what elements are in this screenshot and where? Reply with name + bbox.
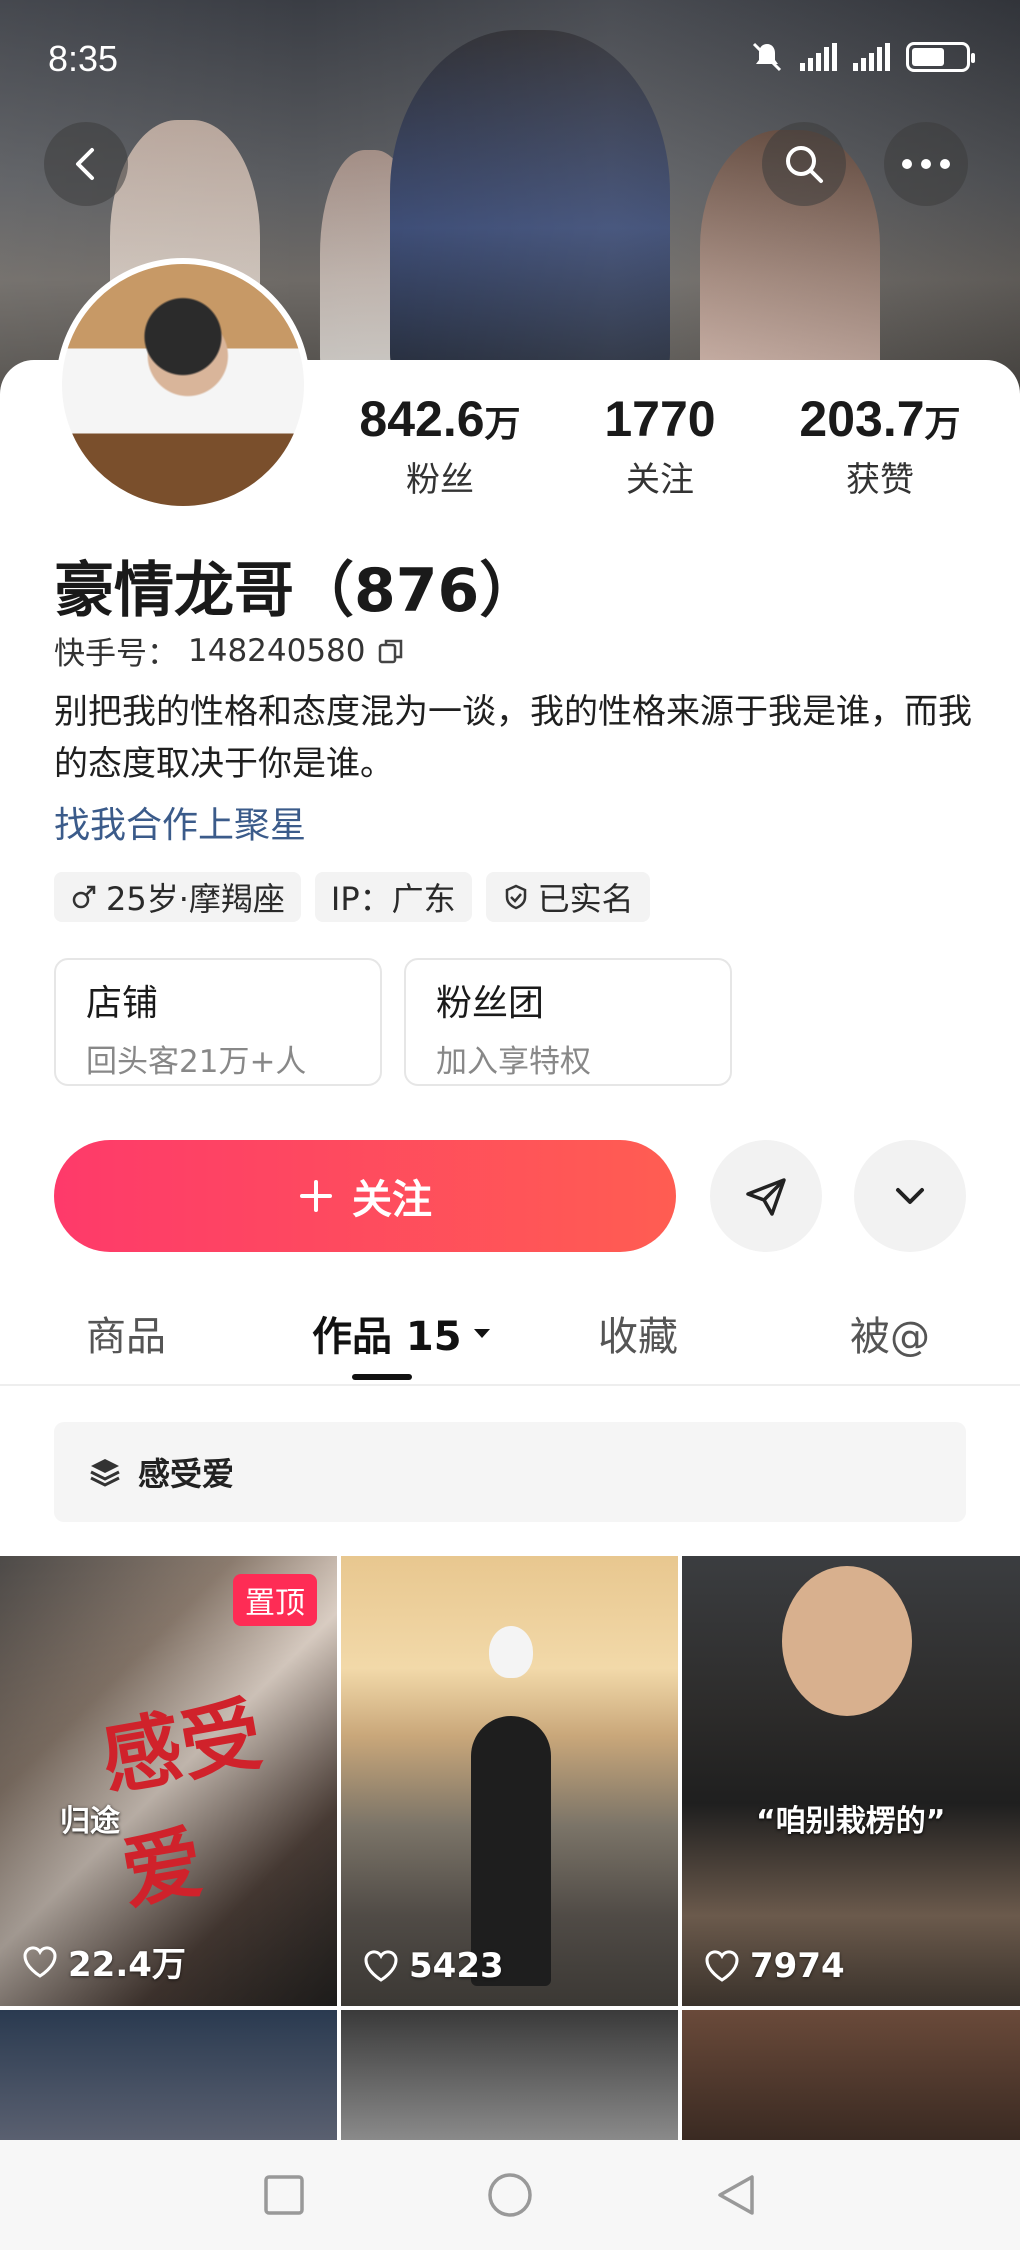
verified-tag: 已实名 xyxy=(485,872,650,922)
battery-icon xyxy=(906,42,975,72)
profile-page: 8:35 842.6万 粉丝 1770 关注 203.7万 获赞 豪情龙哥（87… xyxy=(0,0,1020,2250)
stat-followers-value: 842.6万 xyxy=(340,390,540,448)
fan-club-box-title: 粉丝团 xyxy=(436,983,545,1024)
video-thumbnail-2[interactable]: 5423 xyxy=(341,1556,678,2006)
status-bar: 8:35 xyxy=(0,0,1020,110)
stat-followers-unit: 万 xyxy=(484,403,521,444)
shop-box[interactable]: 店铺 回头客21万+人 xyxy=(54,958,382,1086)
video-thumbnail-1[interactable]: 感受爱 归途 置顶 22.4万 xyxy=(0,1556,337,2006)
video-thumbnail-6[interactable] xyxy=(682,2010,1020,2140)
video-3-likes-count: 7974 xyxy=(750,1946,845,1986)
search-icon xyxy=(786,146,823,183)
video-thumbnail-3[interactable]: “咱别栽楞的” 7974 xyxy=(682,1556,1020,2006)
video-1-overlay-title: 感受爱 xyxy=(94,1687,269,1922)
status-icons xyxy=(750,40,975,74)
status-time: 8:35 xyxy=(48,38,119,79)
signal-icon-2 xyxy=(853,43,890,71)
stat-likes-number: 203.7 xyxy=(799,391,925,447)
tab-works-label: 作品 15 xyxy=(312,1314,462,1360)
tab-mentions[interactable]: 被@ xyxy=(850,1304,930,1362)
stat-following-value: 1770 xyxy=(560,390,760,448)
collection-label: 感受爱 xyxy=(138,1455,235,1493)
stat-likes[interactable]: 203.7万 获赞 xyxy=(780,390,980,501)
back-button[interactable] xyxy=(44,122,128,206)
send-icon xyxy=(746,1178,786,1216)
home-circle-icon[interactable] xyxy=(486,2171,534,2219)
video-1-likes-count: 22.4万 xyxy=(68,1945,186,1985)
content-tabs: 商品 作品 15 收藏 被@ xyxy=(0,1290,1020,1386)
fan-club-box[interactable]: 粉丝团 加入享特权 xyxy=(404,958,732,1086)
video-1-overlay-subtitle: 归途 xyxy=(60,1804,120,1839)
stats-row: 842.6万 粉丝 1770 关注 203.7万 获赞 xyxy=(340,390,980,501)
tab-favorites[interactable]: 收藏 xyxy=(598,1304,678,1362)
stat-likes-unit: 万 xyxy=(924,403,961,444)
tag-row: 25岁·摩羯座 IP：广东 已实名 xyxy=(54,872,650,922)
male-icon xyxy=(72,885,96,909)
feature-boxes: 店铺 回头客21万+人 粉丝团 加入享特权 xyxy=(54,958,732,1086)
video-2-likes: 5423 xyxy=(363,1946,504,1986)
search-button[interactable] xyxy=(762,122,846,206)
video-2-likes-count: 5423 xyxy=(409,1946,504,1986)
signal-icon-1 xyxy=(800,43,837,71)
recents-square-icon[interactable] xyxy=(262,2173,306,2217)
system-nav-bar xyxy=(0,2140,1020,2250)
stat-following-label: 关注 xyxy=(626,460,694,500)
stat-likes-value: 203.7万 xyxy=(780,390,980,448)
video-3-likes: 7974 xyxy=(704,1946,845,1986)
back-triangle-icon[interactable] xyxy=(714,2171,758,2219)
follow-button-label: 关注 xyxy=(352,1177,432,1223)
cooperation-link[interactable]: 找我合作上聚星 xyxy=(54,796,306,848)
stat-followers-label: 粉丝 xyxy=(406,460,474,500)
message-button[interactable] xyxy=(710,1140,822,1252)
age-tag: 25岁·摩羯座 xyxy=(54,872,301,922)
collection-bar[interactable]: 感受爱 xyxy=(54,1422,966,1522)
user-id-value: 148240580 xyxy=(188,632,366,669)
plus-icon xyxy=(300,1180,332,1212)
stat-following-number: 1770 xyxy=(604,391,716,447)
caret-down-icon xyxy=(473,1329,490,1338)
avatar[interactable] xyxy=(56,258,310,512)
ip-tag-text: IP：广东 xyxy=(330,880,456,918)
stat-following[interactable]: 1770 关注 xyxy=(560,390,760,501)
mute-icon xyxy=(752,42,782,72)
shop-box-title: 店铺 xyxy=(86,983,159,1024)
tab-goods[interactable]: 商品 xyxy=(86,1304,166,1362)
active-tab-indicator xyxy=(352,1374,412,1380)
pinned-badge: 置顶 xyxy=(233,1574,317,1626)
stat-likes-label: 获赞 xyxy=(846,460,914,500)
shield-check-icon xyxy=(505,884,526,910)
user-id-row[interactable]: 快手号： 148240580 xyxy=(54,628,406,673)
expand-button[interactable] xyxy=(854,1140,966,1252)
profile-bio: 别把我的性格和态度混为一谈，我的性格来源于我是谁，而我的态度取决于你是谁。 xyxy=(54,692,972,784)
stat-followers[interactable]: 842.6万 粉丝 xyxy=(340,390,540,501)
ip-tag: IP：广东 xyxy=(314,872,472,922)
apple-logo-icon xyxy=(489,1626,533,1678)
fan-club-box-subtitle: 加入享特权 xyxy=(436,1044,591,1080)
more-button[interactable] xyxy=(884,122,968,206)
verified-tag-text: 已实名 xyxy=(537,880,634,918)
follow-button[interactable]: 关注 xyxy=(54,1140,676,1252)
heart-icon xyxy=(705,1950,739,1982)
video-thumbnail-5[interactable] xyxy=(341,2010,678,2140)
stat-followers-number: 842.6 xyxy=(359,391,485,447)
chevron-down-icon xyxy=(896,1188,924,1204)
heart-icon xyxy=(23,1945,57,1978)
video-1-likes: 22.4万 xyxy=(22,1937,186,1986)
video-3-figure xyxy=(782,1566,912,1716)
shop-box-subtitle: 回头客21万+人 xyxy=(86,1044,307,1080)
video-3-caption: “咱别栽楞的” xyxy=(756,1804,946,1839)
copy-icon[interactable] xyxy=(376,636,406,666)
heart-icon xyxy=(364,1950,398,1982)
profile-name: 豪情龙哥（876） xyxy=(54,556,540,626)
user-id-label: 快手号： xyxy=(54,636,178,672)
chevron-left-icon xyxy=(76,148,94,180)
video-thumbnail-4[interactable] xyxy=(0,2010,337,2140)
more-dots-icon xyxy=(902,159,950,169)
layers-icon xyxy=(90,1459,120,1487)
tab-works[interactable]: 作品 15 xyxy=(312,1304,494,1362)
age-tag-text: 25岁·摩羯座 xyxy=(106,880,285,918)
